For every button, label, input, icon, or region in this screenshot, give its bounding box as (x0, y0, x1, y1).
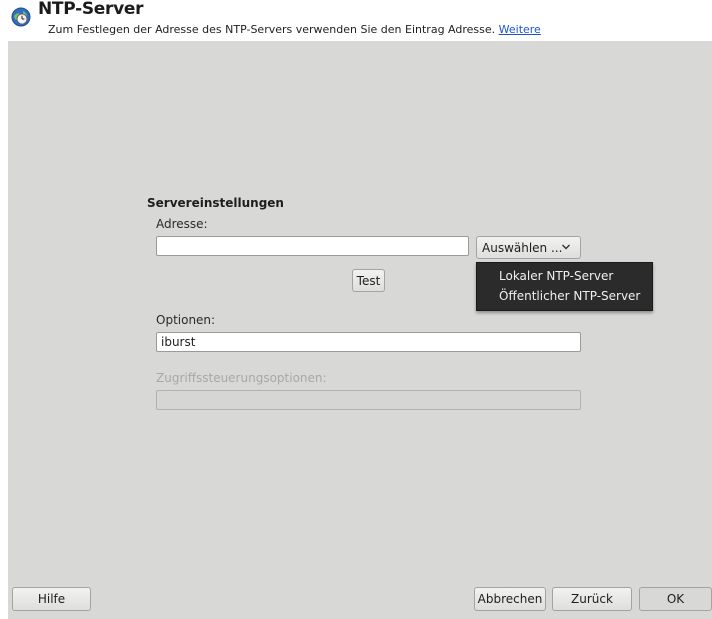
menu-item-local-ntp-server[interactable]: Lokaler NTP-Server (499, 269, 613, 283)
options-label: Optionen: (156, 313, 216, 327)
address-label: Adresse: (156, 217, 208, 231)
content-panel (8, 41, 712, 619)
select-server-dropdown[interactable]: Auswählen ... (476, 236, 581, 259)
access-control-label: Zugriffssteuerungsoptionen: (156, 371, 327, 385)
server-select-menu: Lokaler NTP-Server Öffentlicher NTP-Serv… (476, 262, 653, 311)
cancel-button[interactable]: Abbrechen (474, 587, 546, 611)
page-title: NTP-Server (38, 0, 144, 19)
help-button[interactable]: Hilfe (12, 587, 91, 611)
header: NTP-Server Zum Festlegen der Adresse des… (0, 0, 712, 40)
back-button[interactable]: Zurück (552, 587, 632, 611)
address-input[interactable] (156, 236, 469, 256)
test-button[interactable]: Test (352, 269, 385, 292)
options-input[interactable] (156, 332, 581, 352)
page-description: Zum Festlegen der Adresse des NTP-Server… (48, 23, 541, 36)
more-help-link[interactable]: Weitere (499, 23, 541, 36)
menu-item-public-ntp-server[interactable]: Öffentlicher NTP-Server (499, 289, 640, 303)
server-settings-heading: Servereinstellungen (147, 196, 284, 210)
select-server-label: Auswählen ... (482, 240, 563, 255)
ntp-clock-globe-icon (11, 7, 31, 27)
chevron-down-icon (562, 244, 570, 250)
ok-button[interactable]: OK (639, 587, 712, 611)
description-text: Zum Festlegen der Adresse des NTP-Server… (48, 23, 496, 36)
access-control-input (156, 390, 581, 410)
